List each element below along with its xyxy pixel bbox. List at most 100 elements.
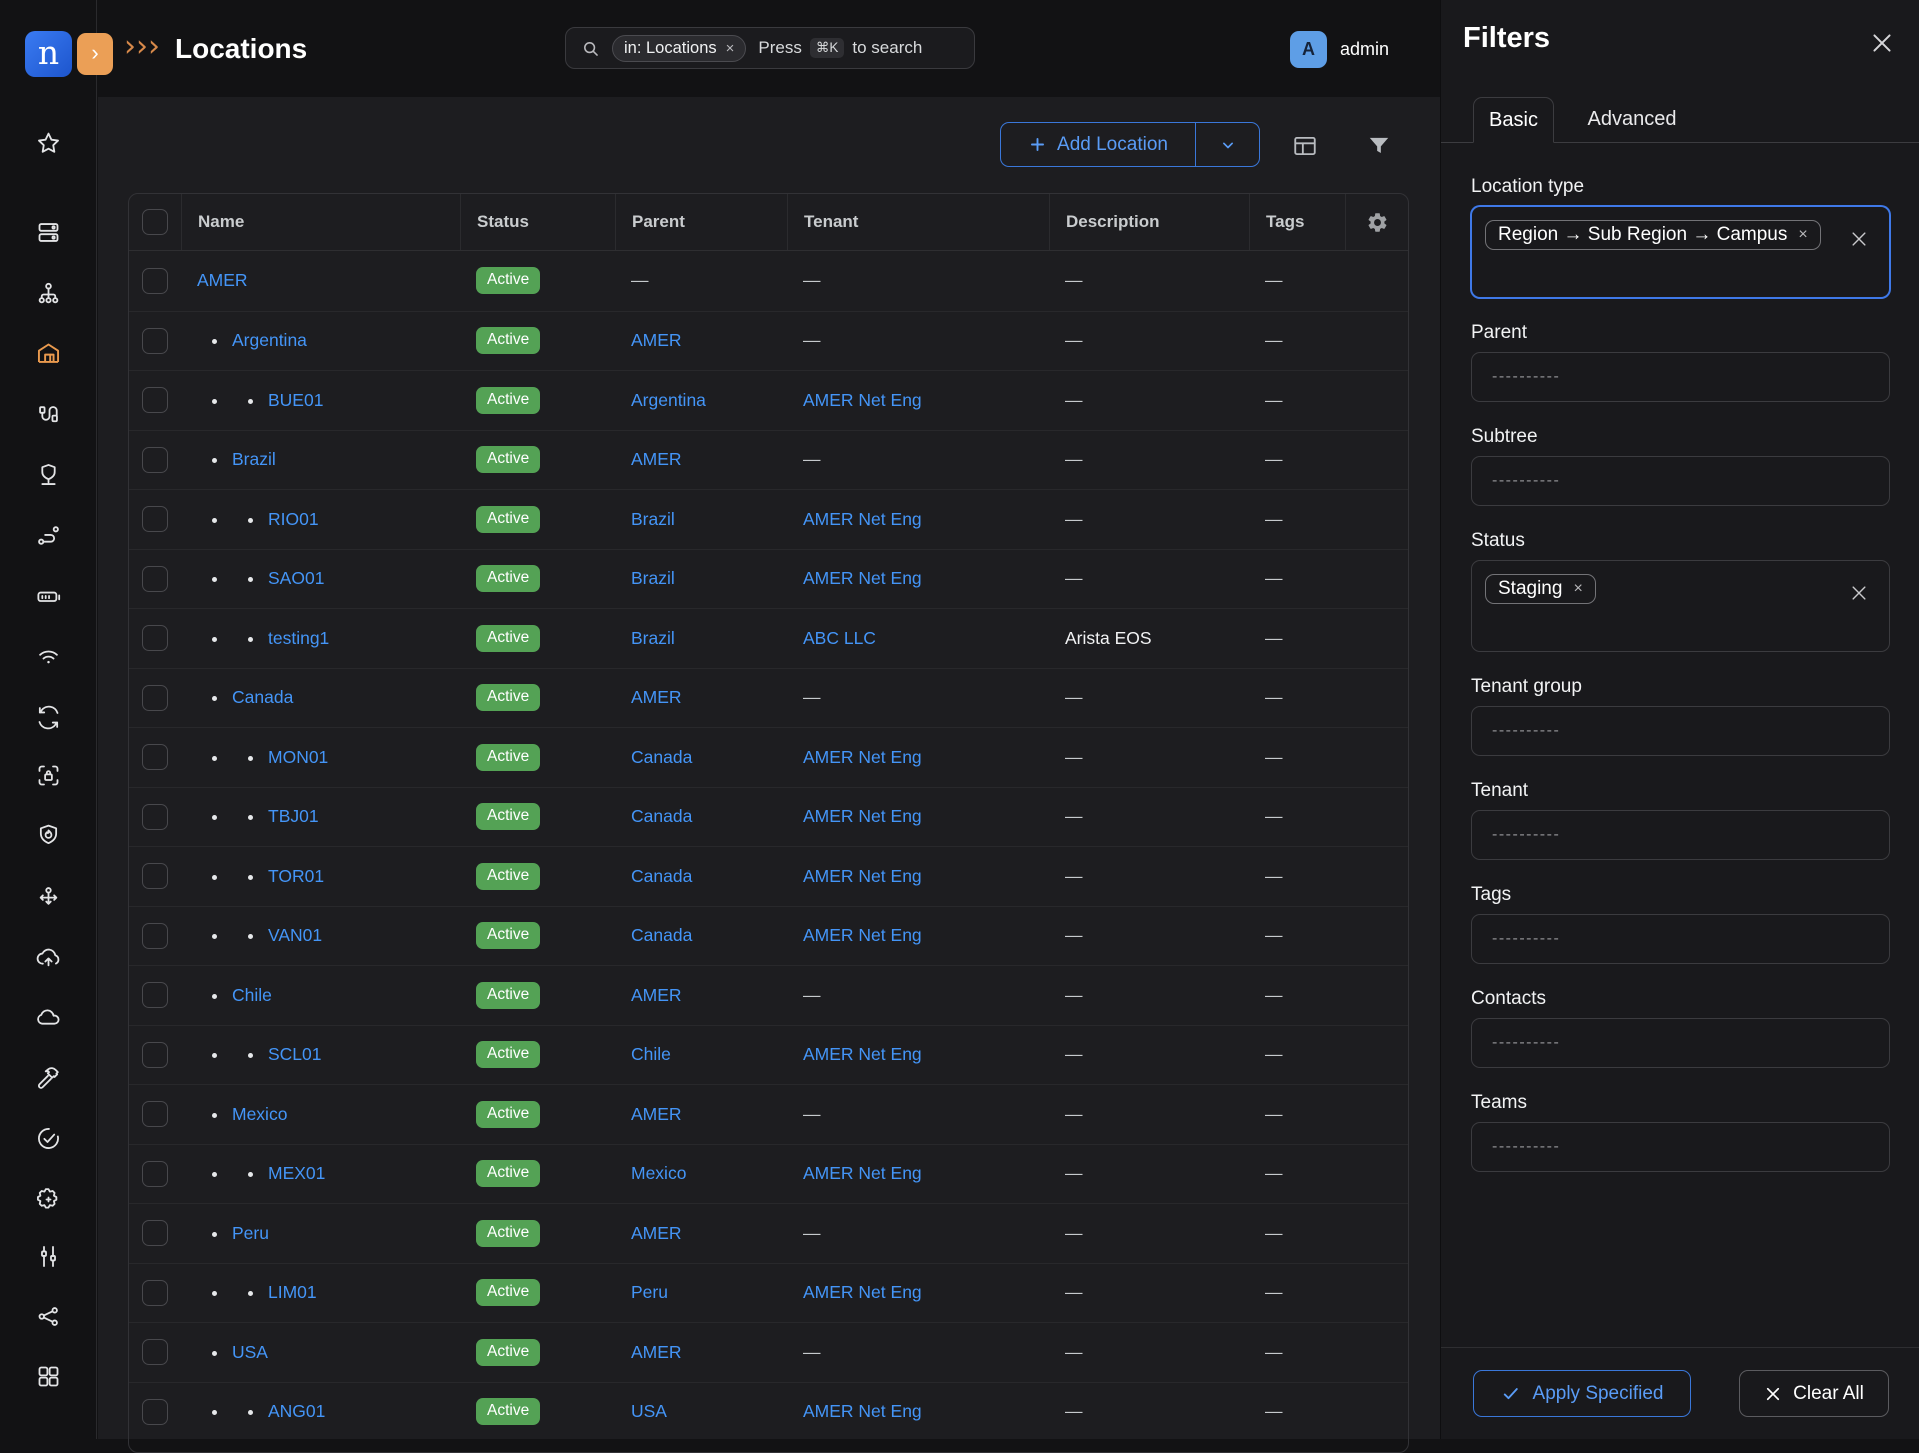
user-menu[interactable]: A admin: [1290, 31, 1389, 68]
table-row[interactable]: RIO01 Active Brazil AMER Net Eng — —: [129, 489, 1408, 549]
row-checkbox[interactable]: [142, 328, 168, 354]
location-link[interactable]: AMER: [631, 687, 682, 707]
location-link[interactable]: AMER Net Eng: [803, 509, 922, 529]
sidebar-expand-toggle[interactable]: ›: [77, 33, 113, 75]
location-link[interactable]: USA: [631, 1401, 667, 1421]
location-name-link[interactable]: AMER: [197, 270, 248, 290]
filter-input[interactable]: [1472, 1138, 1792, 1156]
location-name-link[interactable]: ANG01: [268, 1401, 325, 1421]
location-link[interactable]: Peru: [631, 1282, 668, 1302]
table-row[interactable]: MON01 Active Canada AMER Net Eng — —: [129, 727, 1408, 787]
location-link[interactable]: AMER: [631, 985, 682, 1005]
location-link[interactable]: AMER Net Eng: [803, 806, 922, 826]
location-link[interactable]: Brazil: [631, 568, 675, 588]
location-link[interactable]: Argentina: [631, 390, 706, 410]
location-link[interactable]: AMER Net Eng: [803, 866, 922, 886]
location-name-link[interactable]: Brazil: [232, 449, 276, 469]
select-all-checkbox[interactable]: [142, 209, 168, 235]
load-balancer-arrows-icon[interactable]: [35, 883, 62, 910]
row-checkbox[interactable]: [142, 685, 168, 711]
column-header-status[interactable]: Status: [460, 194, 615, 250]
row-checkbox[interactable]: [142, 1101, 168, 1127]
table-row[interactable]: testing1 Active Brazil ABC LLC Arista EO…: [129, 608, 1408, 668]
filter-input[interactable]: [1472, 472, 1792, 490]
cloud-upload-icon[interactable]: [35, 944, 62, 971]
column-header-tags[interactable]: Tags: [1249, 194, 1345, 250]
column-header-parent[interactable]: Parent: [615, 194, 787, 250]
apps-grid-icon[interactable]: [35, 1363, 62, 1390]
location-link[interactable]: Canada: [631, 747, 692, 767]
row-checkbox[interactable]: [142, 804, 168, 830]
row-checkbox[interactable]: [142, 1399, 168, 1425]
location-link[interactable]: Chile: [631, 1044, 671, 1064]
location-link[interactable]: ABC LLC: [803, 628, 876, 648]
chip-close-icon[interactable]: ×: [726, 40, 735, 57]
column-settings-button[interactable]: [1345, 194, 1408, 250]
location-link[interactable]: AMER Net Eng: [803, 568, 922, 588]
clear-field-icon[interactable]: [1849, 583, 1869, 603]
security-shield-flame-icon[interactable]: [35, 822, 62, 849]
row-checkbox[interactable]: [142, 744, 168, 770]
tab-basic[interactable]: Basic: [1473, 97, 1554, 143]
location-name-link[interactable]: MON01: [268, 747, 328, 767]
location-name-link[interactable]: RIO01: [268, 509, 319, 529]
network-shield-icon[interactable]: [35, 461, 62, 488]
column-header-description[interactable]: Description: [1049, 194, 1249, 250]
apps-gear-plus-icon[interactable]: [35, 1186, 62, 1213]
close-panel-icon[interactable]: [1869, 30, 1895, 56]
integrations-share-icon[interactable]: [35, 1303, 62, 1330]
row-checkbox[interactable]: [142, 923, 168, 949]
row-checkbox[interactable]: [142, 566, 168, 592]
validation-check-icon[interactable]: [35, 1125, 62, 1152]
location-link[interactable]: AMER: [631, 449, 682, 469]
column-header-tenant[interactable]: Tenant: [787, 194, 1049, 250]
app-logo[interactable]: n: [25, 31, 72, 77]
location-link[interactable]: AMER Net Eng: [803, 925, 922, 945]
add-location-dropdown-button[interactable]: [1195, 122, 1260, 167]
location-name-link[interactable]: Peru: [232, 1223, 269, 1243]
location-name-link[interactable]: Canada: [232, 687, 293, 707]
table-row[interactable]: BUE01 Active Argentina AMER Net Eng — —: [129, 370, 1408, 430]
location-name-link[interactable]: MEX01: [268, 1163, 325, 1183]
power-battery-icon[interactable]: [35, 583, 62, 610]
location-name-link[interactable]: SAO01: [268, 568, 324, 588]
route-path-icon[interactable]: [35, 522, 62, 549]
location-name-link[interactable]: BUE01: [268, 390, 323, 410]
location-name-link[interactable]: testing1: [268, 628, 329, 648]
global-search-input[interactable]: in: Locations × Press ⌘K to search: [565, 27, 975, 69]
location-link[interactable]: AMER Net Eng: [803, 1044, 922, 1064]
table-row[interactable]: MEX01 Active Mexico AMER Net Eng — —: [129, 1144, 1408, 1204]
location-name-link[interactable]: USA: [232, 1342, 268, 1362]
filter-multiselect[interactable]: Region → Sub Region → Campus×: [1471, 206, 1890, 298]
location-name-link[interactable]: LIM01: [268, 1282, 317, 1302]
cloud-icon[interactable]: [35, 1004, 62, 1031]
settings-sliders-icon[interactable]: [35, 1243, 62, 1270]
table-row[interactable]: VAN01 Active Canada AMER Net Eng — —: [129, 906, 1408, 966]
wireless-wifi-icon[interactable]: [35, 643, 62, 670]
location-name-link[interactable]: Chile: [232, 985, 272, 1005]
table-row[interactable]: USA Active AMER — — —: [129, 1322, 1408, 1382]
jobs-hammer-icon[interactable]: [35, 1064, 62, 1091]
row-checkbox[interactable]: [142, 1339, 168, 1365]
row-checkbox[interactable]: [142, 1220, 168, 1246]
location-name-link[interactable]: VAN01: [268, 925, 322, 945]
table-row[interactable]: ANG01 Active USA AMER Net Eng — —: [129, 1382, 1408, 1442]
location-link[interactable]: AMER: [631, 330, 682, 350]
location-name-link[interactable]: TOR01: [268, 866, 324, 886]
table-row[interactable]: LIM01 Active Peru AMER Net Eng — —: [129, 1263, 1408, 1323]
table-row[interactable]: Canada Active AMER — — —: [129, 668, 1408, 728]
table-row[interactable]: Peru Active AMER — — —: [129, 1203, 1408, 1263]
tab-advanced[interactable]: Advanced: [1586, 97, 1678, 142]
chip-remove-icon[interactable]: ×: [1573, 580, 1582, 598]
row-checkbox[interactable]: [142, 1280, 168, 1306]
device-rack-icon[interactable]: [35, 219, 62, 246]
location-link[interactable]: AMER: [631, 1342, 682, 1362]
sync-arrows-icon[interactable]: [35, 704, 62, 731]
add-location-button[interactable]: Add Location: [1000, 122, 1195, 167]
chip-remove-icon[interactable]: ×: [1798, 226, 1807, 244]
table-layout-button[interactable]: [1292, 133, 1318, 157]
favorites-star-icon[interactable]: [35, 130, 62, 157]
table-row[interactable]: Brazil Active AMER — — —: [129, 430, 1408, 490]
table-row[interactable]: AMER Active — — — —: [129, 251, 1408, 311]
table-row[interactable]: SAO01 Active Brazil AMER Net Eng — —: [129, 549, 1408, 609]
